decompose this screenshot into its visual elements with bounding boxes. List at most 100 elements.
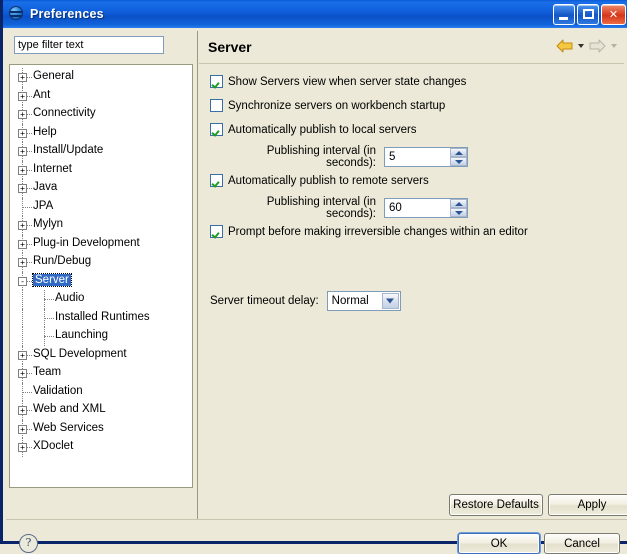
tree-item-label: Ant xyxy=(33,88,51,101)
tree-item-label: Server xyxy=(32,272,72,287)
tree-item-install-update[interactable]: + Install/Update xyxy=(10,142,192,161)
tree-item-validation[interactable]: Validation xyxy=(10,382,192,401)
server-timeout-value: Normal xyxy=(331,295,369,307)
tree-expand-icon[interactable]: + xyxy=(18,110,27,119)
checkbox-row-synchronize-servers[interactable]: Synchronize servers on workbench startup xyxy=(210,99,445,112)
local-interval-decrement-button[interactable] xyxy=(450,157,467,166)
tree-item-label: Help xyxy=(33,125,57,138)
close-button[interactable]: ✕ xyxy=(601,3,626,25)
tree-expand-icon[interactable]: + xyxy=(18,73,27,82)
tree-expand-icon[interactable]: + xyxy=(18,147,27,156)
tree-item-label: Audio xyxy=(55,292,85,304)
checkbox-row-publish-remote[interactable]: Automatically publish to remote servers xyxy=(210,174,429,187)
local-interval-value: 5 xyxy=(389,151,396,163)
checkbox-show-servers-view[interactable] xyxy=(210,75,223,88)
dialog-body: + General + Ant + Connectivity + Help + Install/U… xyxy=(6,28,627,554)
tree-item-sql-development[interactable]: + SQL Development xyxy=(10,345,192,364)
remote-interval-decrement-button[interactable] xyxy=(450,208,467,217)
tree-expand-icon[interactable]: + xyxy=(18,443,27,452)
local-interval-spinner[interactable]: 5 xyxy=(384,147,468,167)
tree-expand-icon[interactable]: + xyxy=(18,258,27,267)
maximize-button[interactable] xyxy=(577,3,599,25)
local-interval-increment-button[interactable] xyxy=(450,148,467,157)
tree-item-web-services[interactable]: + Web Services xyxy=(10,419,192,438)
tree-guide-line xyxy=(44,299,54,300)
tree-item-audio[interactable]: Audio xyxy=(10,290,192,309)
checkbox-label-publish-remote: Automatically publish to remote servers xyxy=(228,174,429,187)
tree-item-label: Connectivity xyxy=(33,107,96,119)
remote-interval-label: Publishing interval (in seconds): xyxy=(266,196,376,220)
tree-item-label: Java xyxy=(33,181,58,193)
remote-interval-increment-button[interactable] xyxy=(450,199,467,208)
restore-defaults-label: Restore Defaults xyxy=(453,499,539,511)
forward-menu-chevron-down-icon xyxy=(611,44,617,48)
tree-guide-line xyxy=(44,317,54,319)
checkbox-prompt-irreversible[interactable] xyxy=(210,225,223,238)
footer-separator xyxy=(6,519,627,520)
apply-button[interactable]: Apply xyxy=(548,494,627,516)
server-timeout-chevron-down-icon[interactable] xyxy=(381,293,399,309)
tree-item-installed-runtimes[interactable]: Installed Runtimes xyxy=(10,308,192,327)
tree-item-connectivity[interactable]: + Connectivity xyxy=(10,105,192,124)
tree-guide-line xyxy=(44,336,54,337)
globe-icon xyxy=(9,6,25,22)
tree-expand-icon[interactable]: + xyxy=(18,239,27,249)
tree-collapse-icon[interactable]: - xyxy=(18,276,27,286)
tree-item-ant[interactable]: + Ant xyxy=(10,86,192,105)
tree-item-label: Launching xyxy=(55,329,109,341)
window-controls: ✕ xyxy=(553,3,626,25)
tree-item-web-and-xml[interactable]: + Web and XML xyxy=(10,401,192,420)
tree-item-java[interactable]: + Java xyxy=(10,179,192,198)
checkbox-synchronize-servers[interactable] xyxy=(210,99,223,112)
tree-guide-line xyxy=(22,308,23,327)
page-navigation xyxy=(556,39,620,53)
tree-item-general[interactable]: + General xyxy=(10,68,192,87)
tree-expand-icon[interactable]: + xyxy=(18,128,27,138)
tree-guide-line xyxy=(22,290,23,309)
checkbox-publish-local[interactable] xyxy=(210,123,223,136)
server-timeout-row: Server timeout delay: Normal xyxy=(210,291,401,311)
tree-item-mylyn[interactable]: + Mylyn xyxy=(10,216,192,235)
checkbox-row-show-servers-view[interactable]: Show Servers view when server state chan… xyxy=(210,75,466,88)
tree-item-jpa[interactable]: JPA xyxy=(10,197,192,216)
tree-expand-icon[interactable]: + xyxy=(18,350,27,360)
tree-item-launching[interactable]: Launching xyxy=(10,327,192,346)
tree-item-internet[interactable]: + Internet xyxy=(10,160,192,179)
tree-item-label: Validation xyxy=(33,384,83,397)
checkbox-publish-remote[interactable] xyxy=(210,174,223,187)
tree-item-label: XDoclet xyxy=(33,440,74,452)
checkbox-label-show-servers-view: Show Servers view when server state chan… xyxy=(228,75,467,88)
tree-item-plug-in-development[interactable]: + Plug-in Development xyxy=(10,234,192,253)
server-timeout-select[interactable]: Normal xyxy=(326,291,401,311)
tree-item-server[interactable]: - Server xyxy=(10,271,192,290)
tree-expand-icon[interactable]: + xyxy=(18,184,27,193)
remote-interval-spinner[interactable]: 60 xyxy=(384,198,468,218)
tree-expand-icon[interactable]: + xyxy=(18,369,27,378)
tree-expand-icon[interactable]: + xyxy=(18,406,27,415)
tree-item-label: JPA xyxy=(33,199,54,212)
tree-expand-icon[interactable]: + xyxy=(18,165,27,175)
checkbox-label-publish-local: Automatically publish to local servers xyxy=(228,123,417,136)
apply-label: Apply xyxy=(577,499,607,511)
tree-item-help[interactable]: + Help xyxy=(10,123,192,142)
checkbox-row-publish-local[interactable]: Automatically publish to local servers xyxy=(210,123,417,136)
tree-item-team[interactable]: + Team xyxy=(10,364,192,383)
tree-expand-icon[interactable]: + xyxy=(18,221,27,230)
minimize-button[interactable] xyxy=(553,3,575,25)
back-arrow-icon[interactable] xyxy=(556,39,573,53)
tree-expand-icon[interactable]: + xyxy=(18,424,27,434)
tree-item-label: Web Services xyxy=(33,421,104,434)
restore-defaults-button[interactable]: Restore Defaults xyxy=(449,494,543,516)
tree-item-label: Internet xyxy=(33,162,72,175)
tree-item-label: General xyxy=(33,70,74,82)
preferences-dialog: Preferences ✕ +General+Ant+Connectivity+… xyxy=(0,0,627,554)
checkbox-label-prompt-irreversible: Prompt before making irreversible change… xyxy=(228,225,528,238)
back-menu-chevron-down-icon[interactable] xyxy=(578,44,584,48)
tree-item-label: Installed Runtimes xyxy=(55,310,150,323)
tree-expand-icon[interactable]: + xyxy=(18,91,27,101)
tree-item-xdoclet[interactable]: + XDoclet xyxy=(10,438,192,457)
checkbox-row-prompt-irreversible[interactable]: Prompt before making irreversible change… xyxy=(210,225,528,238)
filter-input[interactable] xyxy=(14,36,164,54)
tree-item-run-debug[interactable]: + Run/Debug xyxy=(10,253,192,272)
preferences-tree[interactable]: + General + Ant + Connectivity + Help + Install/U… xyxy=(9,64,193,488)
